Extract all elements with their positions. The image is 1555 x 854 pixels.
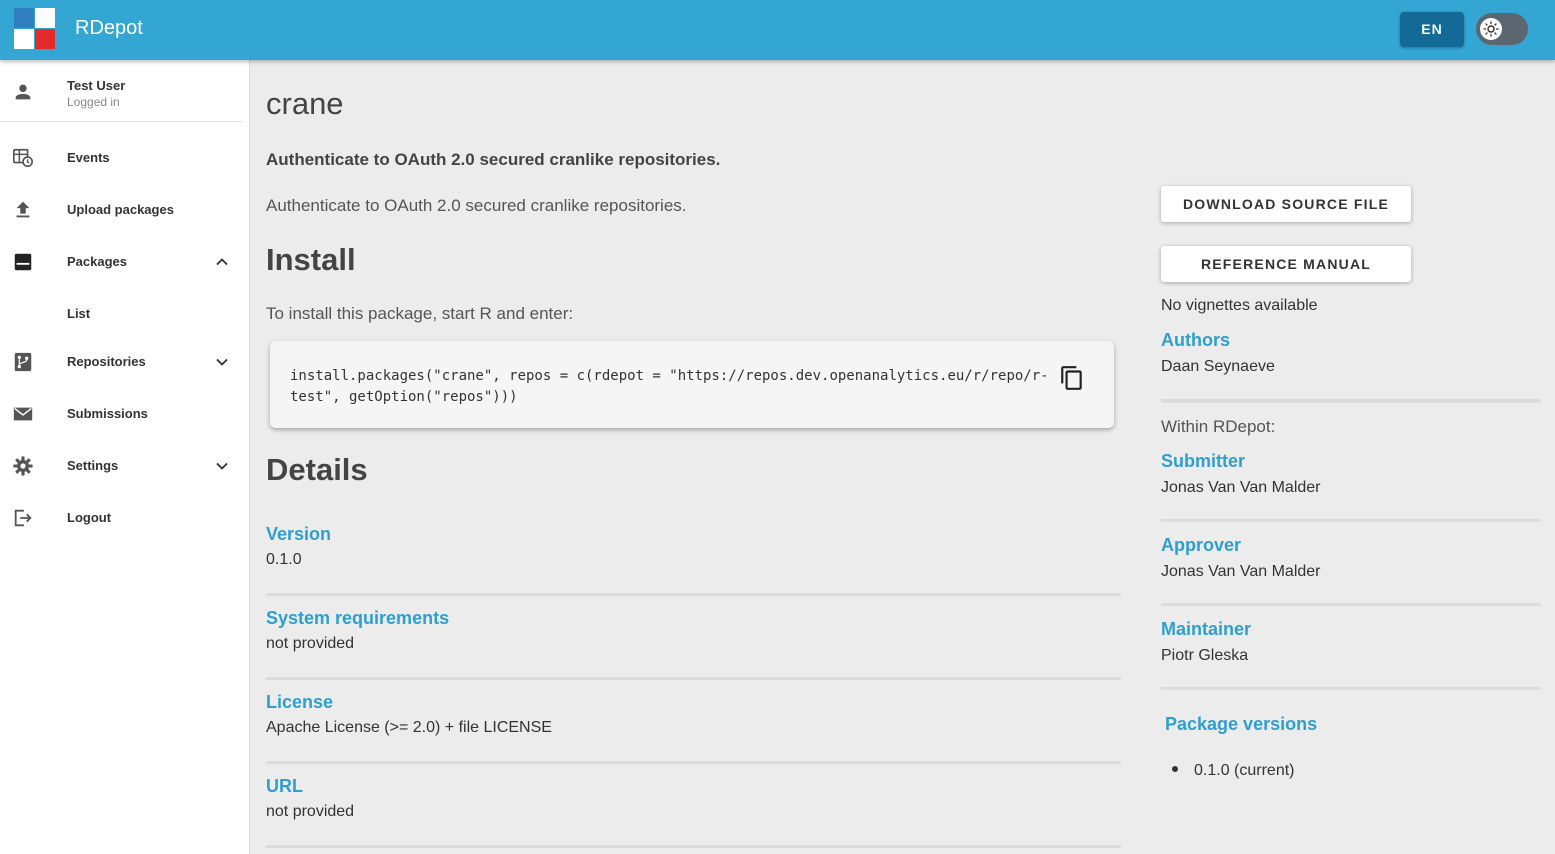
user-name: Test User [67,78,126,93]
rdepot-logo[interactable] [14,8,55,49]
page-title: crane [266,86,344,121]
authors-label: Authors [1161,330,1230,350]
detail-value: 0.1.0 [266,551,302,568]
sidebar-item-label: List [67,306,91,321]
envelope-icon [13,407,33,421]
package-box-icon [14,253,32,271]
authors-value: Daan Seynaeve [1161,358,1275,375]
sidebar-item-label: Submissions [67,406,148,421]
divider [266,845,1121,848]
sidebar-item-submissions[interactable]: Submissions [0,394,242,434]
detail-license: License Apache License (>= 2.0) + file L… [266,692,1121,737]
install-code[interactable]: install.packages("crane", repos = c(rdep… [290,366,1050,408]
submitter-value: Jonas Van Van Malder [1161,479,1321,496]
install-heading: Install [266,242,356,277]
divider [1161,603,1541,606]
divider [266,593,1121,596]
events-table-clock-icon [13,148,33,168]
sidebar-item-label: Packages [67,254,127,269]
sidebar: Test User Logged in Events Upload packag… [0,60,250,854]
chevron-up-icon[interactable] [212,252,232,272]
bullet [1172,765,1178,772]
person-icon [15,84,31,100]
divider [1161,519,1541,522]
detail-label: System requirements [266,608,450,628]
detail-value: not provided [266,635,355,652]
approver-value: Jonas Van Van Malder [1161,563,1321,580]
detail-label: URL [266,776,303,796]
sidebar-item-list[interactable]: List [0,294,242,334]
sun-icon [1483,21,1499,37]
detail-value: not provided [266,803,355,820]
sidebar-item-label: Logout [67,510,112,525]
version-label: 0.1.0 (current) [1194,762,1295,779]
copy-icon[interactable] [1059,365,1085,391]
detail-label: Version [266,524,332,544]
submitter-label: Submitter [1161,451,1246,471]
logo-quadrant-white-2 [14,29,34,49]
theme-toggle-knob [1480,18,1502,40]
install-code-block: install.packages("crane", repos = c(rdep… [270,341,1114,428]
sidebar-item-logout[interactable]: Logout [0,498,242,538]
package-versions-heading: Package versions [1165,714,1318,734]
logo-quadrant-blue [14,8,34,28]
language-button[interactable]: EN [1400,12,1464,47]
divider [266,761,1121,764]
sidebar-item-label: Upload packages [67,202,174,217]
maintainer-value: Piotr Gleska [1161,647,1249,664]
sidebar-item-label: Events [67,150,110,165]
gear-icon [13,456,33,476]
version-list-item[interactable]: 0.1.0 (current) [1172,762,1294,780]
source-branch-icon [14,352,32,372]
details-heading: Details [266,452,368,487]
detail-url: URL not provided [266,776,1121,821]
chevron-down-icon[interactable] [212,456,232,476]
sidebar-item-label: Repositories [67,354,146,369]
maintainer-label: Maintainer [1161,619,1252,639]
app-title[interactable]: RDepot [75,17,143,40]
chevron-down-icon[interactable] [212,352,232,372]
logout-icon [14,509,32,527]
top-app-bar: RDepot EN [0,0,1555,60]
logo-quadrant-white-1 [35,8,55,28]
install-instructions: To install this package, start R and ent… [266,304,574,323]
within-rdepot-label: Within RDepot: [1161,417,1276,436]
user-status: Logged in [67,95,120,109]
divider [1161,687,1541,690]
upload-icon [16,201,30,218]
divider [1161,399,1541,403]
logo-quadrant-red [35,29,55,49]
approver-label: Approver [1161,535,1242,555]
sidebar-item-repositories[interactable]: Repositories [0,342,242,382]
download-source-button[interactable]: DOWNLOAD SOURCE FILE [1161,186,1411,222]
detail-version: Version 0.1.0 [266,524,1121,569]
detail-value: Apache License (>= 2.0) + file LICENSE [266,719,552,736]
user-block: Test User Logged in [0,60,242,122]
sidebar-item-upload-packages[interactable]: Upload packages [0,190,242,230]
package-description: Authenticate to OAuth 2.0 secured cranli… [266,196,687,215]
sidebar-item-packages[interactable]: Packages [0,242,242,282]
detail-system-requirements: System requirements not provided [266,608,1121,653]
divider [266,677,1121,680]
sidebar-item-label: Settings [67,458,119,473]
sidebar-item-events[interactable]: Events [0,138,242,178]
package-subtitle: Authenticate to OAuth 2.0 secured cranli… [266,150,721,169]
vignettes-text: No vignettes available [1161,297,1318,314]
reference-manual-button[interactable]: REFERENCE MANUAL [1161,246,1411,282]
sidebar-item-settings[interactable]: Settings [0,446,242,486]
detail-label: License [266,692,334,712]
theme-toggle[interactable] [1476,13,1528,45]
